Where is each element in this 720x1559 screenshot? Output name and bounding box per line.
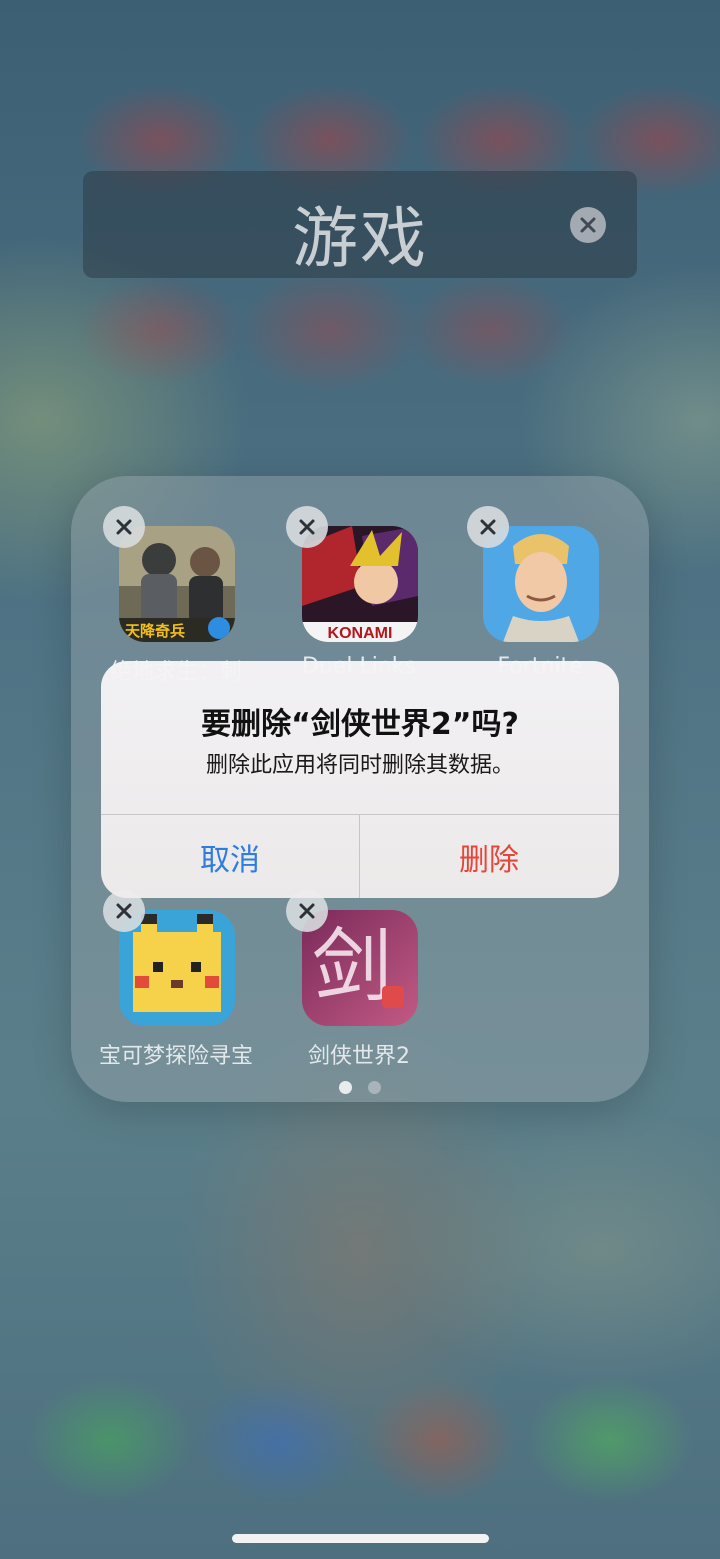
jianxia-app-glyph: 剑 (312, 920, 392, 1013)
pubg-app-badge: 天降奇兵 (125, 622, 185, 640)
delete-confirmation-alert: 要删除“剑侠世界2”吗? 删除此应用将同时删除其数据。 取消 删除 (101, 661, 619, 898)
alert-title: 要删除“剑侠世界2”吗? (201, 707, 519, 742)
delete-button[interactable]: 删除 (360, 815, 618, 898)
app-fortnite[interactable]: Fortnite (465, 506, 615, 680)
close-icon (580, 217, 596, 233)
yugioh-app-badge: KONAMI (328, 625, 393, 642)
app-label: 宝可梦探险寻宝 (98, 1044, 253, 1069)
delete-app-badge[interactable] (103, 506, 145, 548)
close-icon (116, 519, 132, 535)
close-icon (299, 519, 315, 535)
home-indicator[interactable] (232, 1534, 489, 1543)
page-dot-active (339, 1081, 352, 1094)
folder-title: 游戏 (292, 200, 428, 277)
app-pubg[interactable]: 天降奇兵 绝地求生：刺 (101, 506, 251, 685)
delete-app-badge[interactable] (286, 506, 328, 548)
app-label: 剑侠世界2 (308, 1044, 410, 1069)
app-duel-links[interactable]: KONAMI Duel Links (284, 506, 434, 680)
app-jianxia[interactable]: 剑 剑侠世界2 (284, 890, 434, 1069)
app-pokemon-quest[interactable]: 宝可梦探险寻宝 (99, 890, 253, 1069)
page-indicator[interactable] (71, 1079, 649, 1098)
alert-message: 删除此应用将同时删除其数据。 (205, 753, 514, 778)
delete-app-badge[interactable] (467, 506, 509, 548)
close-icon (116, 903, 132, 919)
cancel-button[interactable]: 取消 (101, 815, 359, 898)
page-dot (368, 1081, 381, 1094)
close-icon (480, 519, 496, 535)
clear-title-button[interactable] (570, 207, 606, 243)
folder-title-field[interactable]: 游戏 (83, 171, 637, 278)
close-icon (299, 903, 315, 919)
